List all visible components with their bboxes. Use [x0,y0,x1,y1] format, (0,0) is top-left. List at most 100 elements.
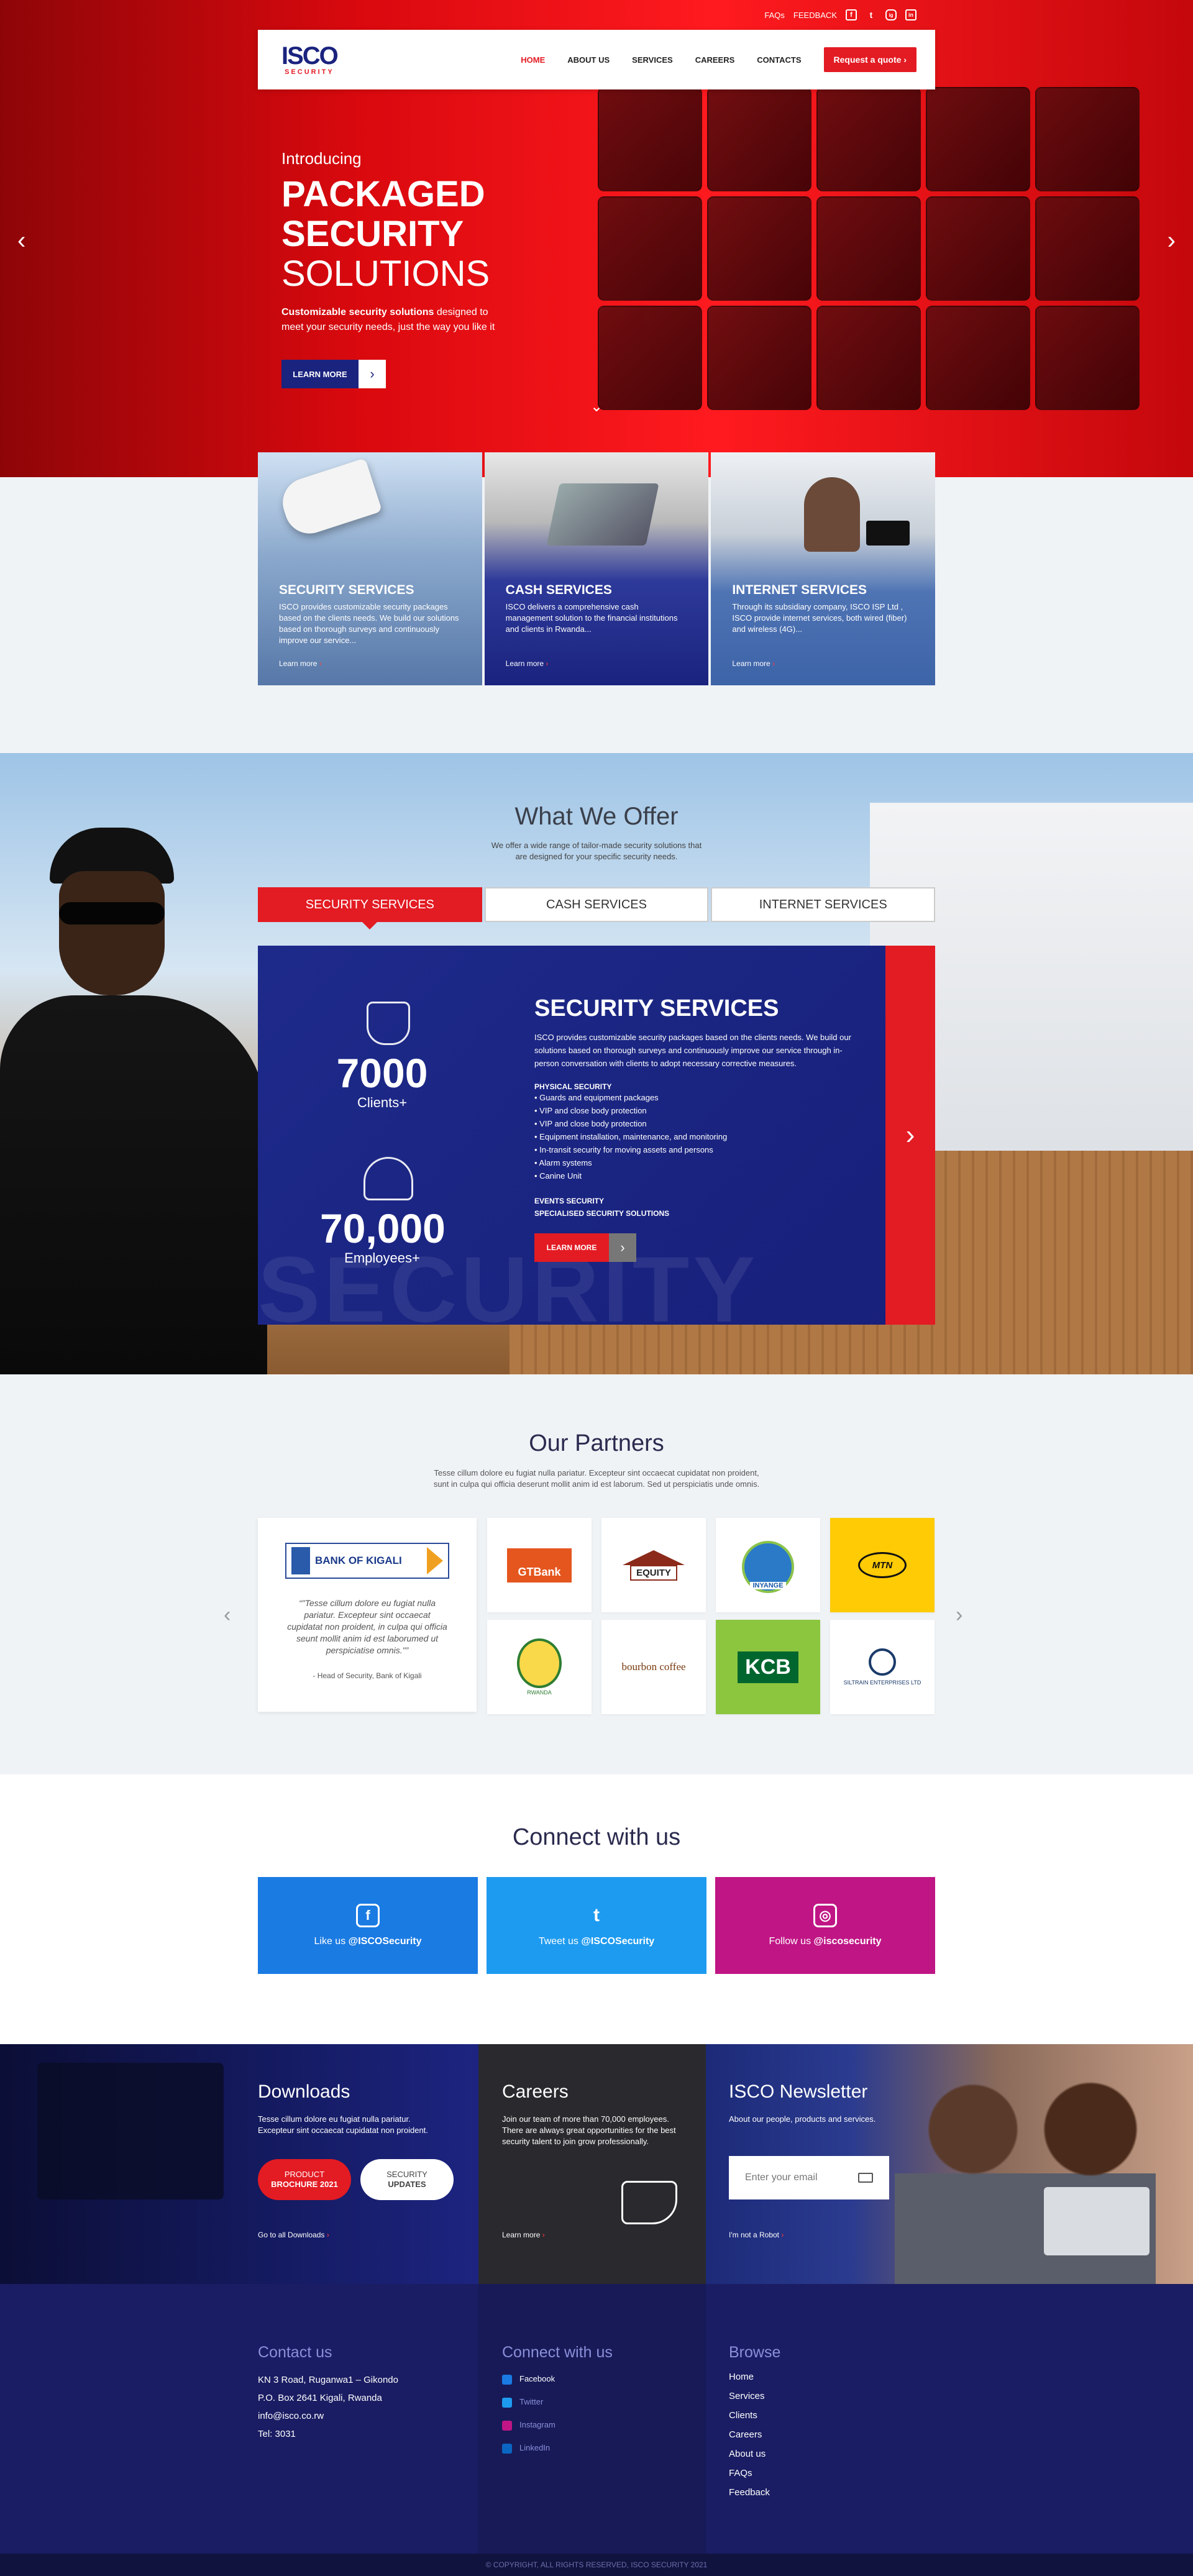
security-guard-image [0,809,267,1374]
hero-tile-image [598,306,702,410]
card-text: Through its subsidiary company, ISCO ISP… [732,602,907,634]
careers-learn-more-link[interactable]: Learn more › [502,2231,545,2239]
facebook-icon: f [356,1904,380,1927]
list-item: • Guards and equipment packages [534,1093,659,1102]
card-cash-services[interactable]: CASH SERVICES ISCO delivers a comprehens… [484,452,709,685]
logo-text: ISCO [281,42,339,70]
product-brochure-button[interactable]: PRODUCT BROCHURE 2021 [258,2159,351,2200]
slider-prev-arrow-icon[interactable]: ‹ [17,227,25,255]
footer-contact-title: Contact us [258,2344,332,2361]
tab-internet-services[interactable]: INTERNET SERVICES [711,887,936,922]
chevron-right-icon: › [359,360,386,388]
physical-security-heading: PHYSICAL SECURITY [534,1082,612,1091]
partners-prev-icon[interactable]: ‹ [224,1603,231,1627]
slider-next-arrow-icon[interactable]: › [1168,227,1176,255]
nav-item-services[interactable]: SERVICES [632,55,673,65]
linkedin-icon [502,2443,512,2454]
testimonial-quote: "Tesse cillum dolore eu fugiat nulla par… [287,1598,447,1655]
footer-link-about-us[interactable]: About us [729,2444,770,2464]
facebook-box[interactable]: f Like us @ISCOSecurity [258,1877,478,1974]
scroll-down-icon[interactable]: ⌄ [590,398,603,416]
nav-item-home[interactable]: HOME [521,55,545,65]
newsletter-email-input[interactable]: Enter your email [729,2156,889,2199]
hero-intro: Introducing [281,149,362,168]
facebook-icon [502,2374,512,2385]
footer-social-list: Facebook Twitter Instagram LinkedIn [502,2367,555,2459]
panel-title: SECURITY SERVICES [534,995,779,1021]
instagram-icon[interactable]: ig [885,9,897,21]
panel-next-arrow-icon[interactable]: › [885,946,935,1325]
nav-item-contacts[interactable]: CONTACTS [757,55,801,65]
card-security-services[interactable]: SECURITY SERVICES ISCO provides customiz… [258,452,482,685]
partner-logo-siltrain[interactable]: SILTRAIN ENTERPRISES LTD [830,1620,935,1714]
card-text: ISCO provides customizable security pack… [279,602,459,645]
card-internet-services[interactable]: INTERNET SERVICES Through its subsidiary… [711,452,936,685]
not-robot-check[interactable]: I'm not a Robot › [729,2231,784,2239]
nav-item-about-us[interactable]: ABOUT US [567,55,610,65]
downloads-title: Downloads [258,2081,350,2102]
all-downloads-link[interactable]: Go to all Downloads › [258,2231,329,2239]
partner-logo-equity[interactable]: EQUITY [601,1518,706,1612]
request-quote-button[interactable]: Request a quote › [823,47,916,72]
hero-tile-image [816,196,921,301]
footer-link-home[interactable]: Home [729,2367,770,2386]
hero-text: Introducing PACKAGED SECURITY SOLUTIONS … [281,149,511,388]
card-learn-more-link[interactable]: Learn more › [279,659,322,668]
main-navigation: ISCO SECURITY HOME ABOUT US SERVICES CAR… [258,30,935,89]
footer-link-clients[interactable]: Clients [729,2406,770,2425]
card-learn-more-link[interactable]: Learn more › [732,659,775,668]
isco-logo[interactable]: ISCO SECURITY [281,42,339,76]
twitter-icon [502,2397,512,2408]
partners-next-icon[interactable]: › [956,1603,962,1627]
hero-description: Customizable security solutions designed… [281,307,495,332]
twitter-box[interactable]: t Tweet us @ISCOSecurity [487,1877,706,1974]
card-learn-more-link[interactable]: Learn more › [506,659,549,668]
footer-link-services[interactable]: Services [729,2386,770,2406]
email-link[interactable]: info@isco.co.rw [258,2407,398,2425]
footer-instagram-link[interactable]: Instagram [502,2413,555,2436]
partner-logo-gtbank[interactable]: GTBank [487,1518,592,1612]
hero-line-2: SECURITY [281,214,464,254]
list-item: • Equipment installation, maintenance, a… [534,1132,728,1141]
facebook-icon[interactable]: f [846,9,857,21]
laptop-user-image [37,2063,224,2199]
envelope-icon[interactable] [858,2173,873,2183]
footer-link-faqs[interactable]: FAQs [729,2464,770,2483]
footer-linkedin-link[interactable]: LinkedIn [502,2436,555,2459]
feedback-link[interactable]: FEEDBACK [793,11,837,20]
partner-logo-rwanda[interactable]: RWANDA [487,1620,592,1714]
partner-logo-kcb[interactable]: KCB [716,1620,820,1714]
newsletter-text: About our people, products and services. [729,2114,876,2124]
stat-clients: 7000 Clients+ [336,1050,428,1110]
twitter-icon[interactable]: t [866,9,877,21]
panel-learn-more-button[interactable]: LEARN MORE › [534,1233,636,1262]
partners-title: Our Partners [529,1430,664,1456]
chevron-right-icon: › [609,1233,636,1262]
hero-learn-more-button[interactable]: LEARN MORE › [281,360,386,388]
linkedin-icon[interactable]: in [905,9,916,21]
footer-link-careers[interactable]: Careers [729,2425,770,2444]
card-title: CASH SERVICES [505,583,612,597]
nav-item-careers[interactable]: CAREERS [695,55,735,65]
footer-link-feedback[interactable]: Feedback [729,2483,770,2502]
tab-cash-services[interactable]: CASH SERVICES [484,887,709,922]
instagram-box[interactable]: ◎ Follow us @iscosecurity [715,1877,935,1974]
physical-security-list: • Guards and equipment packages • VIP an… [534,1091,857,1182]
footer-facebook-link[interactable]: Facebook [502,2367,555,2390]
panel-text: ISCO provides customizable security pack… [534,1033,851,1068]
testimonial-author: - Head of Security, Bank of Kigali [313,1671,422,1680]
faqs-link[interactable]: FAQs [764,11,785,20]
hero-tile-image [707,87,811,191]
partner-logo-bourbon[interactable]: bourbon coffee [601,1620,706,1714]
employees-icon [363,1157,413,1200]
hero-tile-image [926,196,1030,301]
tab-security-services[interactable]: SECURITY SERVICES [258,887,482,929]
partner-logo-inyange[interactable]: INYANGE [716,1518,820,1612]
connect-section: Connect with us f Like us @ISCOSecurity … [0,1774,1193,2044]
partners-subtitle: Tesse cillum dolore eu fugiat nulla pari… [433,1468,760,1489]
footer-twitter-link[interactable]: Twitter [502,2390,555,2413]
security-updates-button[interactable]: SECURITY UPDATES [360,2159,454,2200]
laptop-image [1044,2187,1150,2255]
partner-logo-mtn[interactable]: MTN [830,1518,935,1612]
hero-tile-image [816,87,921,191]
